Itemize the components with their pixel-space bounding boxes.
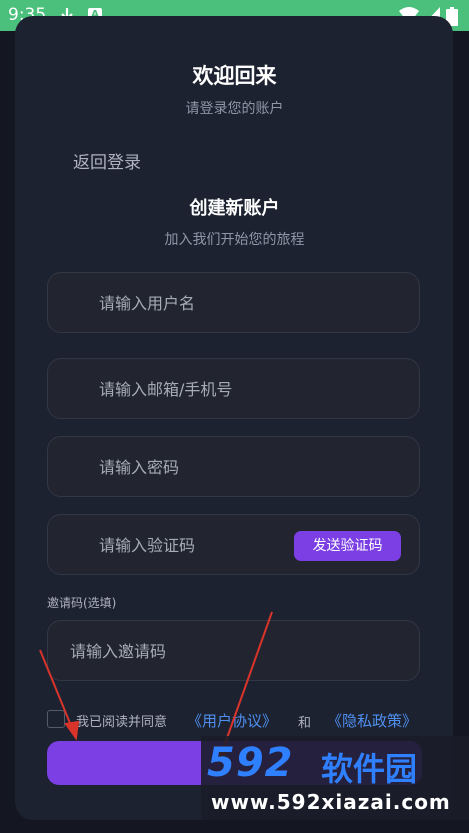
watermark-logo: 592 bbox=[207, 740, 294, 786]
username-input[interactable] bbox=[97, 273, 341, 334]
user-agreement-link[interactable]: 《用户协议》 bbox=[187, 710, 277, 731]
welcome-title: 欢迎回来 bbox=[192, 64, 277, 88]
back-to-login-link[interactable]: 返回登录 bbox=[73, 148, 141, 173]
watermark-url: www.592xiazai.com bbox=[211, 790, 451, 814]
password-input[interactable] bbox=[97, 437, 341, 498]
privacy-policy-link[interactable]: 《隐私政策》 bbox=[327, 710, 417, 731]
agree-checkbox[interactable] bbox=[47, 710, 65, 728]
and-text: 和 bbox=[298, 716, 312, 731]
agree-text: 我已阅读并同意 bbox=[76, 715, 168, 730]
agreement-row: 我已阅读并同意 《用户协议》 和 《隐私政策》 bbox=[47, 710, 447, 731]
send-code-button[interactable]: 发送验证码 bbox=[294, 531, 401, 561]
invite-code-label: 邀请码(选填) bbox=[47, 596, 117, 610]
site-watermark: 592 软件园 www.592xiazai.com bbox=[201, 736, 469, 820]
password-field bbox=[47, 436, 420, 498]
email-phone-input[interactable] bbox=[97, 359, 401, 420]
create-account-subtitle: 加入我们开始您的旅程 bbox=[164, 232, 305, 248]
welcome-subtitle: 请登录您的账户 bbox=[185, 101, 284, 117]
invite-code-input[interactable] bbox=[68, 621, 392, 682]
watermark-name: 软件园 bbox=[321, 750, 418, 788]
username-field bbox=[47, 272, 420, 334]
create-account-title: 创建新账户 bbox=[189, 198, 280, 219]
invite-code-field bbox=[47, 620, 420, 682]
email-phone-field bbox=[47, 358, 420, 420]
